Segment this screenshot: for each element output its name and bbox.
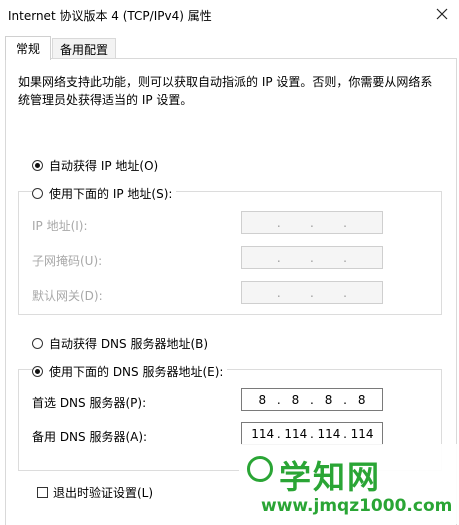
tab-strip: 常规 备用配置 <box>0 30 459 60</box>
validate-checkbox-box[interactable] <box>37 487 48 498</box>
watermark-title: 学知网 <box>279 458 382 496</box>
radio-auto-ip[interactable]: 自动获得 IP 地址(O) <box>32 157 163 174</box>
radio-auto-dns-indicator[interactable] <box>32 338 43 349</box>
radio-manual-dns-label: 使用下面的 DNS 服务器地址(E): <box>49 365 224 379</box>
window-title: Internet 协议版本 4 (TCP/IPv4) 属性 <box>8 9 212 23</box>
radio-auto-ip-indicator[interactable] <box>32 160 43 171</box>
subnet-mask-field[interactable]: . . . <box>241 246 383 269</box>
radio-manual-ip-label: 使用下面的 IP 地址(S): <box>49 187 173 201</box>
radio-auto-dns-label: 自动获得 DNS 服务器地址(B) <box>49 337 209 351</box>
radio-auto-ip-label: 自动获得 IP 地址(O) <box>49 159 159 173</box>
tab-general[interactable]: 常规 <box>5 36 51 60</box>
radio-manual-ip[interactable]: 使用下面的 IP 地址(S): <box>32 185 177 202</box>
radio-manual-dns-indicator[interactable] <box>32 366 43 377</box>
title-bar: Internet 协议版本 4 (TCP/IPv4) 属性 <box>0 0 459 30</box>
default-gateway-label: 默认网关(D): <box>32 289 103 303</box>
validate-on-exit-checkbox[interactable]: 退出时验证设置(L) <box>37 484 153 501</box>
default-gateway-field[interactable]: . . . <box>241 281 383 304</box>
ip-address-field[interactable]: . . . <box>241 211 383 234</box>
preferred-dns-label: 首选 DNS 服务器(P): <box>32 396 147 410</box>
watermark: 学知网 www.jmqz1000.com <box>239 444 459 524</box>
preferred-dns-field[interactable]: 8. 8. 8. 8 <box>241 388 383 411</box>
watermark-logo-icon <box>247 456 273 482</box>
close-button[interactable] <box>425 0 459 28</box>
tab-alternate-config[interactable]: 备用配置 <box>52 38 116 60</box>
radio-auto-dns[interactable]: 自动获得 DNS 服务器地址(B) <box>32 335 213 352</box>
validate-checkbox-label: 退出时验证设置(L) <box>53 486 154 500</box>
watermark-url: www.jmqz1000.com <box>261 496 453 516</box>
close-icon[interactable] <box>436 8 448 20</box>
description-text: 如果网络支持此功能，则可以获取自动指派的 IP 设置。否则，你需要从网络系统管理… <box>18 75 433 107</box>
alternate-dns-field[interactable]: 114. 114. 114. 114 <box>241 422 383 445</box>
alternate-dns-label: 备用 DNS 服务器(A): <box>32 430 148 444</box>
radio-manual-ip-indicator[interactable] <box>32 188 43 199</box>
radio-manual-dns[interactable]: 使用下面的 DNS 服务器地址(E): <box>32 363 228 380</box>
ip-address-label: IP 地址(I): <box>32 219 88 233</box>
subnet-mask-label: 子网掩码(U): <box>32 254 103 268</box>
